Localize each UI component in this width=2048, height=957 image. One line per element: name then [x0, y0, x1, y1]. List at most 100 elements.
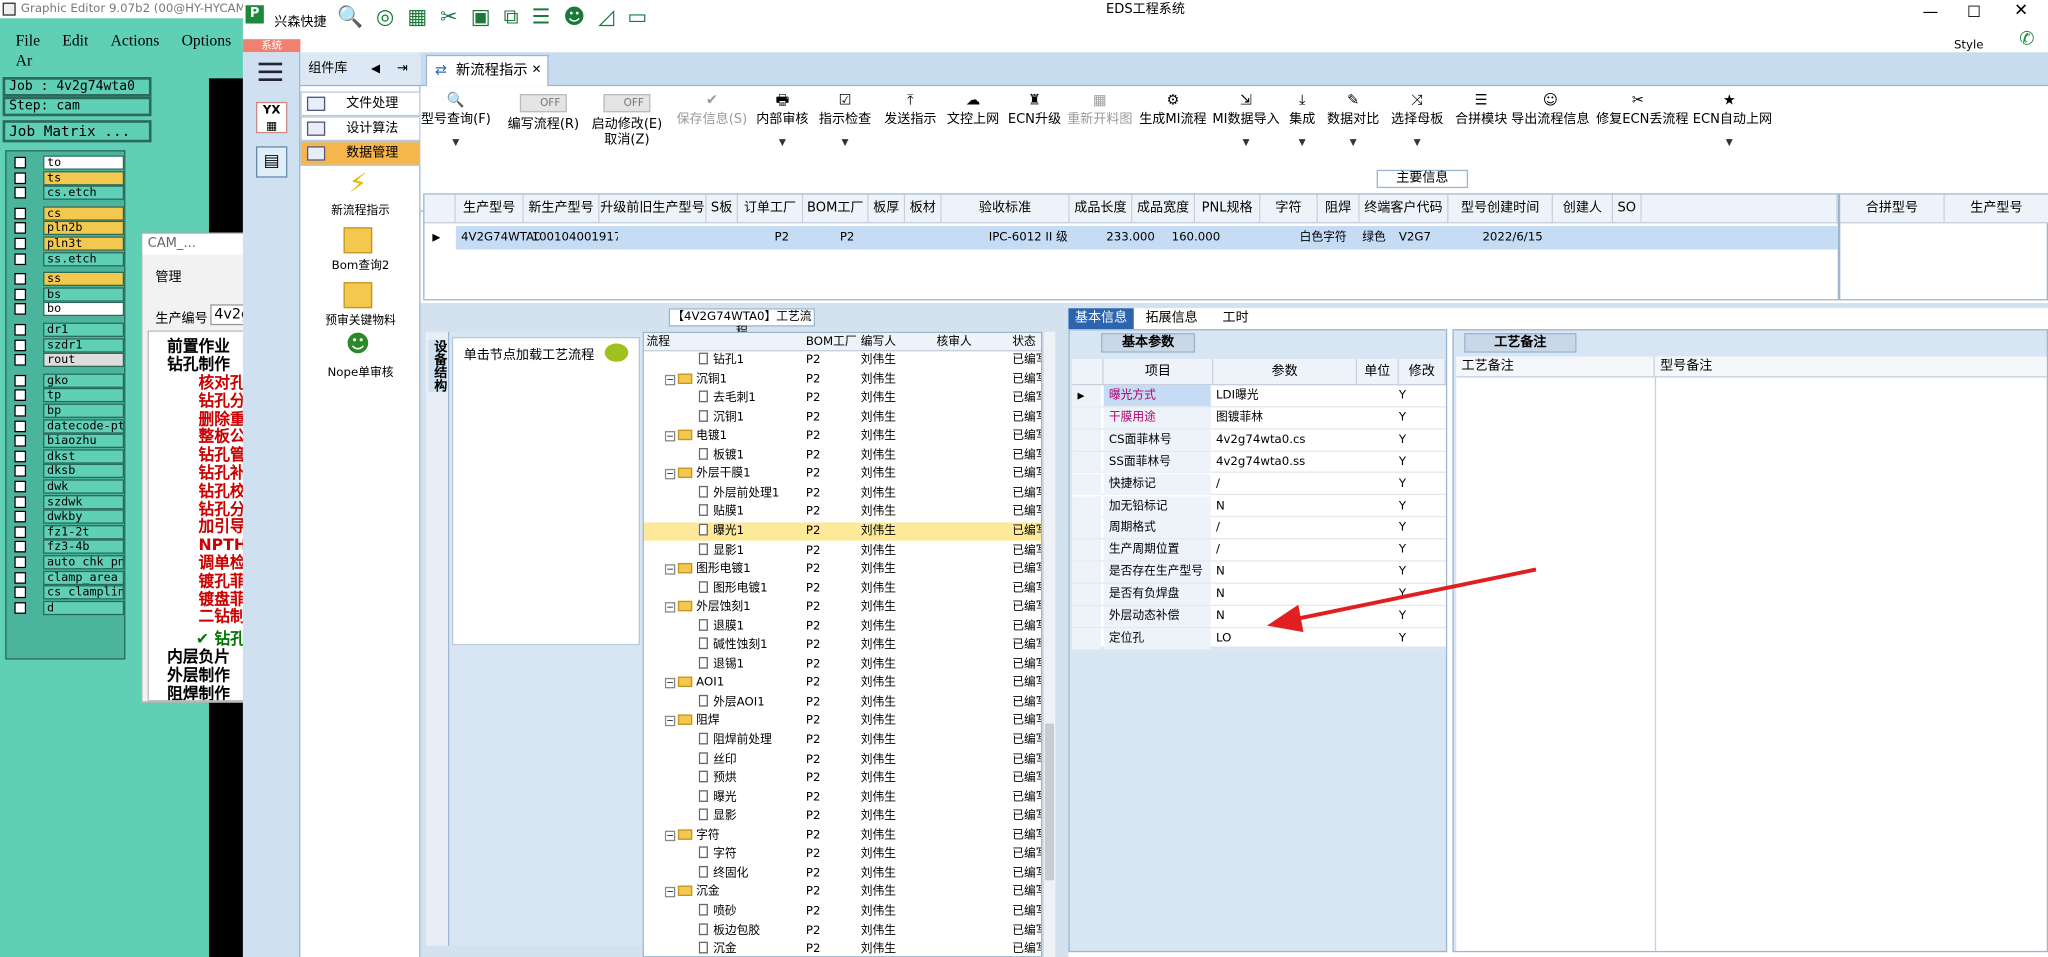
layer-checkbox[interactable] [14, 252, 27, 265]
param-value[interactable]: LDI曝光 [1213, 385, 1259, 406]
toolbar-button[interactable]: ✂ 修复ECN丢流程 [1596, 86, 1688, 164]
tree-row[interactable]: 贴膜1P2 刘伟生 已编写 [644, 503, 1041, 522]
grid-header[interactable]: BOM工厂 [803, 194, 869, 224]
grid-header[interactable]: 成品长度 [1069, 194, 1133, 224]
layer-row[interactable]: ss.etch [9, 251, 127, 266]
tool-bom-query[interactable]: Bom查询2 [300, 256, 420, 273]
tool-nope-review[interactable]: Nope单审核 [300, 363, 420, 380]
maximize-button[interactable]: ☐ [1967, 3, 1981, 21]
close-tab-icon[interactable]: ✕ [532, 56, 542, 85]
layer-checkbox[interactable] [14, 450, 27, 463]
layer-checkbox[interactable] [14, 601, 27, 614]
tree-row[interactable]: −电镀1P2 刘伟生 已编写 [644, 427, 1041, 446]
layer-checkbox[interactable] [14, 389, 27, 402]
cam-tree-item[interactable]: 二钻制 [199, 605, 246, 627]
ge-menu-options[interactable]: Options [182, 31, 232, 49]
layer-checkbox[interactable] [14, 465, 27, 478]
toolbar-button[interactable]: ★ ECN自动上网 ▼ [1693, 86, 1772, 164]
expand-toggle-icon[interactable]: − [664, 564, 676, 575]
param-value[interactable]: / [1213, 540, 1220, 561]
layer-name[interactable]: dr1 [43, 322, 125, 337]
row-header[interactable] [1072, 473, 1102, 495]
layer-name[interactable]: d [43, 600, 125, 615]
layer-name[interactable]: fz3-4b [43, 539, 125, 555]
expand-toggle-icon[interactable]: − [664, 716, 676, 727]
layer-row[interactable]: dwkby [9, 509, 127, 524]
tree-row[interactable]: 字符P2 刘伟生 已编写 [644, 845, 1041, 864]
layer-name[interactable]: dkst [43, 449, 125, 464]
param-value[interactable]: 4v2g74wta0.ss [1213, 452, 1305, 473]
layer-name[interactable]: bp [43, 403, 125, 418]
close-window-button[interactable]: ✕ [2014, 1, 2028, 21]
tree-node-name[interactable]: − 电镀1 [664, 427, 803, 445]
param-row[interactable]: SS面菲林号 4v2g74wta0.ss Y [1072, 451, 1446, 474]
tree-col-reviewer[interactable]: 核审人 [936, 333, 971, 351]
expand-toggle-icon[interactable]: − [664, 431, 676, 442]
tree-row[interactable]: 外层前处理1P2 刘伟生 已编写 [644, 484, 1041, 503]
grid-cell[interactable] [1195, 227, 1273, 248]
grid-header[interactable]: 字符 [1260, 194, 1318, 224]
dropdown-arrow-icon[interactable]: ▼ [752, 136, 812, 149]
param-row[interactable]: 干膜用途 图镀菲林 Y [1072, 407, 1446, 430]
layer-row[interactable]: biaozhu [9, 433, 127, 449]
toolbar-button[interactable]: ⤨ 选择母板 ▼ [1387, 86, 1447, 164]
layer-row[interactable]: fz3-4b [9, 539, 127, 555]
toolbar-button[interactable]: 🖶 内部审核 ▼ [752, 86, 812, 164]
param-row[interactable]: 周期格式 / Y [1072, 517, 1446, 540]
tree-row[interactable]: 曝光P2 刘伟生 已编写 [644, 788, 1041, 807]
tree-node-name[interactable]: − 字符 [664, 826, 803, 844]
tree-node-name[interactable]: 预烘 [698, 769, 803, 787]
cam-manage-menu[interactable]: 管理 [155, 265, 181, 284]
tree-node-name[interactable]: − 图形电镀1 [664, 560, 803, 578]
layer-checkbox[interactable] [14, 323, 27, 336]
grid-cell[interactable] [905, 227, 955, 248]
tree-node-name[interactable]: 外层前处理1 [698, 484, 803, 502]
param-modify-flag[interactable]: Y [1399, 584, 1406, 605]
layer-name[interactable]: dwk [43, 479, 125, 494]
vtab-label[interactable]: 设备结构 [428, 339, 447, 392]
tree-row[interactable]: 钻孔1P2 刘伟生 已编写 [644, 351, 1041, 370]
param-row[interactable]: ▶ 曝光方式 LDI曝光 Y [1072, 385, 1446, 408]
dropdown-arrow-icon[interactable]: ▼ [1212, 136, 1280, 149]
tree-node-name[interactable]: 显影1 [698, 541, 803, 559]
ge-menu-ar[interactable]: Ar [16, 51, 33, 69]
tree-node-name[interactable]: 显影 [698, 807, 803, 825]
toolbar-button[interactable]: ☺ 导出流程信息 [1510, 86, 1591, 164]
tree-node-name[interactable]: − 阻焊 [664, 712, 803, 730]
tab-extended-info[interactable]: 拓展信息 [1139, 308, 1204, 329]
toolbar-button[interactable]: ☑ 指示检查 ▼ [815, 86, 875, 164]
grid-cell[interactable] [1613, 227, 1655, 248]
layer-name[interactable]: dksb [43, 464, 125, 479]
layer-checkbox[interactable] [14, 586, 27, 599]
tree-row[interactable]: 曝光1P2 刘伟生 已编写 [643, 522, 1041, 542]
toggle-switch[interactable]: OFF [603, 94, 651, 113]
layer-name[interactable]: datecode-pt [43, 418, 125, 434]
layer-checkbox[interactable] [14, 288, 27, 301]
tree-row[interactable]: 退锡1P2 刘伟生 已编写 [644, 655, 1041, 674]
layer-row[interactable]: datecode-pt [9, 418, 127, 434]
toolbar-button[interactable]: ⚙ 生成MI流程 [1136, 86, 1209, 164]
tree-node-name[interactable]: 沉金 [698, 940, 803, 956]
tree-row[interactable]: 沉金P2 刘伟生 已编写 [644, 940, 1041, 956]
toolbar-button[interactable]: ⤓ 集成 ▼ [1283, 86, 1322, 164]
scroll-thumb[interactable] [1044, 723, 1055, 881]
param-value[interactable]: 4v2g74wta0.cs [1213, 429, 1306, 450]
job-matrix-button[interactable]: Job Matrix ... [2, 120, 152, 143]
remarks-tab[interactable]: 工艺备注 [1464, 333, 1577, 353]
tree-node-name[interactable]: 外层AOI1 [698, 693, 803, 711]
layer-name[interactable]: tp [43, 388, 125, 403]
tree-row[interactable]: 外层AOI1P2 刘伟生 已编写 [644, 693, 1041, 712]
tree-node-name[interactable]: 碱性蚀刻1 [698, 636, 803, 654]
layer-name[interactable]: pln3t [43, 236, 125, 251]
layer-row[interactable]: cs_clampline [9, 585, 127, 600]
layer-row[interactable]: ts [9, 170, 127, 185]
layer-name[interactable]: rout [43, 352, 125, 368]
tree-node-name[interactable]: 喷砂 [698, 902, 803, 920]
param-modify-flag[interactable]: Y [1399, 496, 1406, 517]
yx-module-icon[interactable]: YX ▦ [255, 101, 288, 134]
grid-cell[interactable] [600, 227, 720, 248]
tree-row[interactable]: −外层干膜1P2 刘伟生 已编写 [644, 465, 1041, 484]
layer-row[interactable]: pln2b [9, 221, 127, 236]
param-row[interactable]: 加无铅标记 N Y [1072, 495, 1446, 518]
layer-checkbox[interactable] [14, 222, 27, 235]
